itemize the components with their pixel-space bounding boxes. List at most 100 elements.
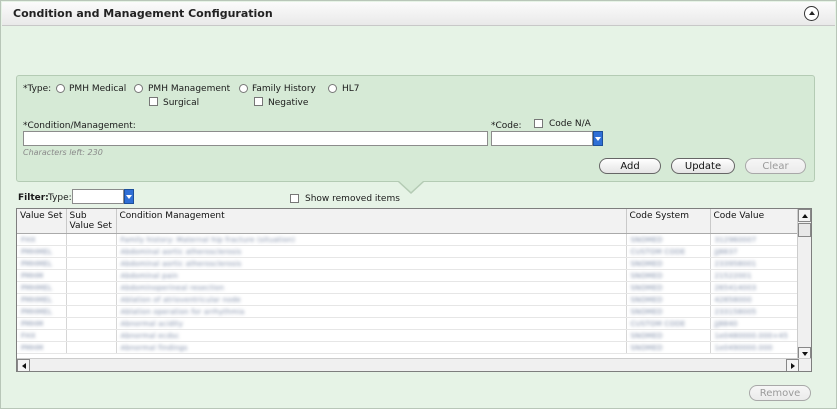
radio-pmh-management[interactable] (134, 84, 143, 93)
condition-label: *Condition/Management: (23, 121, 136, 131)
table-cell: Family history: Maternal hip fracture (s… (116, 233, 627, 246)
filter-label: Filter: (18, 193, 49, 203)
horizontal-scrollbar[interactable] (17, 358, 811, 371)
table-row[interactable]: PMHM Abdominal pain SNOMED 21522001 (17, 269, 798, 282)
code-select[interactable] (491, 131, 593, 146)
table-cell: CUSTOM CODE (626, 245, 711, 258)
column-header-code-value[interactable]: Code Value (710, 209, 798, 234)
chevron-down-icon (595, 136, 601, 141)
table-row[interactable]: PMHMEL Abdominal aortic atherosclerosis SN… (17, 257, 798, 270)
table-cell: Abdominal aortic atherosclerosis (116, 245, 627, 258)
table-cell: FHX (17, 329, 67, 342)
filter-type-select[interactable] (72, 189, 124, 204)
vertical-scrollbar[interactable] (797, 209, 811, 360)
cell-text: Ablation of atrioventricular node (120, 295, 241, 304)
cell-text: PMHM (21, 271, 44, 280)
clear-button[interactable]: Clear (745, 158, 806, 174)
table-cell: 233158005 (710, 305, 798, 318)
update-button[interactable]: Update (671, 158, 735, 174)
table-cell: SNOMED (626, 281, 711, 294)
filter-dropdown-button[interactable] (124, 189, 134, 204)
scroll-left-button[interactable] (17, 359, 30, 371)
cell-text: PMHMEL (21, 307, 53, 316)
cell-text: Abdominal aortic atherosclerosis (120, 247, 242, 256)
table-cell: FHX (17, 233, 67, 246)
table-cell: 1e0490000.000 (710, 341, 798, 354)
table-cell: PMHMEL (17, 305, 67, 318)
cell-text: CUSTOM CODE (630, 319, 686, 328)
cell-text: PMHMEL (21, 259, 53, 268)
config-panel: Condition and Management Configuration *… (0, 0, 837, 409)
cell-text: JJ8837 (714, 247, 738, 256)
column-header-code-system[interactable]: Code System (626, 209, 711, 234)
table-cell: SNOMED (626, 257, 711, 270)
table-cell: 233958001 (710, 257, 798, 270)
chevron-down-icon (126, 194, 132, 199)
cell-text: Family history: Maternal hip fracture (s… (120, 235, 296, 244)
column-header-condition-management[interactable]: Condition Management (116, 209, 627, 234)
radio-pmh-medical[interactable] (56, 84, 65, 93)
table-row[interactable]: PMHMEL Ablation operation for arrhythmia S… (17, 305, 798, 318)
table-cell: Ablation of atrioventricular node (116, 293, 627, 306)
scroll-right-button[interactable] (786, 359, 799, 371)
cell-text: PMHMEL (21, 295, 53, 304)
cell-text: PMHMEL (21, 283, 53, 292)
show-removed-checkbox[interactable] (290, 194, 299, 203)
cell-text: FHX (21, 235, 36, 244)
table-row[interactable]: FHX Family history: Maternal hip fracture… (17, 233, 798, 246)
cell-text: Abdominoperineal resection (120, 283, 225, 292)
table-header-row: Value Set Sub Value Set Condition Manage… (17, 209, 798, 234)
table-cell (66, 245, 117, 258)
table-cell: 312960007 (710, 233, 798, 246)
table-cell (66, 305, 117, 318)
table-row[interactable]: PMHMEL Ablation of atrioventricular node S… (17, 293, 798, 306)
table-cell: PMHM (17, 341, 67, 354)
table-cell: Abdominal pain (116, 269, 627, 282)
remove-button[interactable]: Remove (749, 385, 811, 401)
table-cell (66, 257, 117, 270)
table-cell (66, 233, 117, 246)
condition-input[interactable] (23, 131, 488, 146)
table-cell: PMHM (17, 269, 67, 282)
table-cell: SNOMED (626, 269, 711, 282)
table-cell: SNOMED (626, 305, 711, 318)
surgical-checkbox[interactable] (149, 97, 158, 106)
cell-text: SNOMED (630, 271, 663, 280)
scroll-up-button[interactable] (798, 209, 811, 222)
conditions-grid: Value Set Sub Value Set Condition Manage… (16, 208, 812, 372)
negative-checkbox[interactable] (254, 97, 263, 106)
code-na-checkbox[interactable] (534, 119, 543, 128)
table-row[interactable]: PMHM Abnormal findings SNOMED 1e0490000.000 (17, 341, 798, 354)
cell-text: Abnormal acidity (120, 319, 184, 328)
cell-text: Abnormal findings (120, 343, 188, 352)
table-row[interactable]: PMHMEL Abdominoperineal resection SNOMED 26… (17, 281, 798, 294)
scroll-thumb[interactable] (798, 223, 811, 237)
form-pointer (399, 181, 423, 192)
table-row[interactable]: PMHMEL Abdominal aortic atherosclerosis CU… (17, 245, 798, 258)
code-dropdown-button[interactable] (593, 131, 603, 146)
table-cell: Abnormal findings (116, 341, 627, 354)
table-body: FHX Family history: Maternal hip fracture… (17, 233, 798, 354)
panel-header: Condition and Management Configuration (2, 2, 835, 26)
radio-hl7[interactable] (328, 84, 337, 93)
table-row[interactable]: FHX Abnormal ecdsc SNOMED 1e0480000.000+45 (17, 329, 798, 342)
column-header-value-set[interactable]: Value Set (17, 209, 67, 234)
table-cell: Ablation operation for arrhythmia (116, 305, 627, 318)
collapse-button[interactable] (804, 6, 819, 21)
cell-text: 1e0480000.000+45 (714, 331, 788, 340)
chevron-up-icon (808, 11, 815, 15)
radio-family-history[interactable] (239, 84, 248, 93)
table-cell: Abnormal ecdsc (116, 329, 627, 342)
cell-text: PMHM (21, 343, 44, 352)
cell-text: 1e0490000.000 (714, 343, 773, 352)
table-cell (66, 317, 117, 330)
surgical-label: Surgical (163, 98, 200, 108)
table-row[interactable]: PMHM Abnormal acidity CUSTOM CODE JJ8840 (17, 317, 798, 330)
column-header-sub-value-set[interactable]: Sub Value Set (66, 209, 117, 234)
arrow-down-icon (801, 351, 808, 356)
table-cell: 21522001 (710, 269, 798, 282)
add-button[interactable]: Add (599, 158, 661, 174)
table-cell: SNOMED (626, 233, 711, 246)
table-cell (66, 329, 117, 342)
radio-pmh-medical-label: PMH Medical (69, 84, 127, 94)
